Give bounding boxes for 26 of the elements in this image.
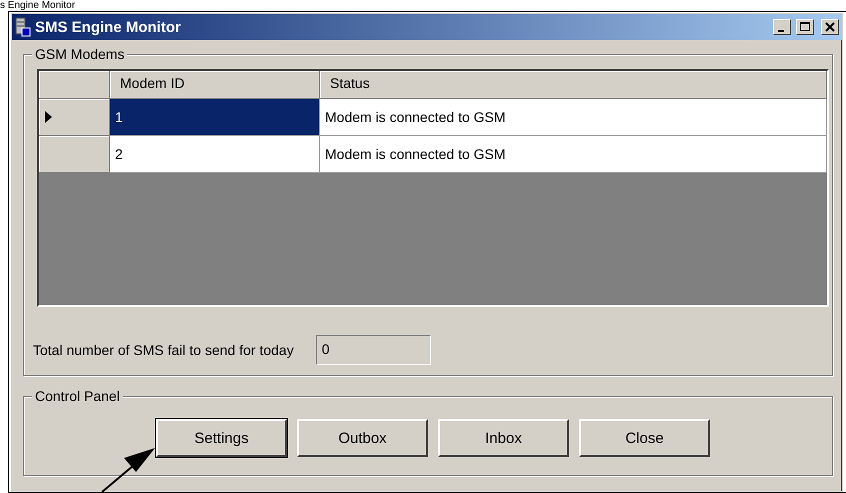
fail-count-label: Total number of SMS fail to send for today [33, 342, 294, 358]
table-cell[interactable]: 2 [110, 136, 320, 173]
maximize-button[interactable] [796, 19, 814, 35]
action-button[interactable]: Inbox [438, 419, 569, 457]
maximize-icon [800, 22, 810, 32]
column-header[interactable]: Status [320, 71, 827, 99]
column-header[interactable]: Modem ID [110, 71, 320, 99]
action-button[interactable]: Settings [156, 419, 287, 457]
server-icon [15, 17, 31, 37]
minimize-icon [778, 30, 784, 32]
fail-count-field: 0 [316, 335, 431, 365]
table-cell[interactable]: 1 [110, 99, 320, 136]
row-header[interactable] [39, 99, 110, 136]
window-title: SMS Engine Monitor [35, 18, 182, 36]
table-cell[interactable]: Modem is connected to GSM [320, 136, 827, 173]
action-button[interactable]: Outbox [297, 419, 428, 457]
minimize-button[interactable] [773, 19, 791, 35]
current-row-icon [45, 111, 52, 123]
table-cell[interactable]: Modem is connected to GSM [320, 99, 827, 136]
action-button[interactable]: Close [579, 419, 710, 457]
row-header[interactable] [39, 136, 110, 173]
caption-text: s Engine Monitor [0, 0, 76, 11]
close-button[interactable] [821, 19, 839, 35]
close-icon [825, 22, 835, 32]
group-title: Control Panel [32, 388, 123, 404]
group-title: GSM Modems [32, 46, 128, 62]
